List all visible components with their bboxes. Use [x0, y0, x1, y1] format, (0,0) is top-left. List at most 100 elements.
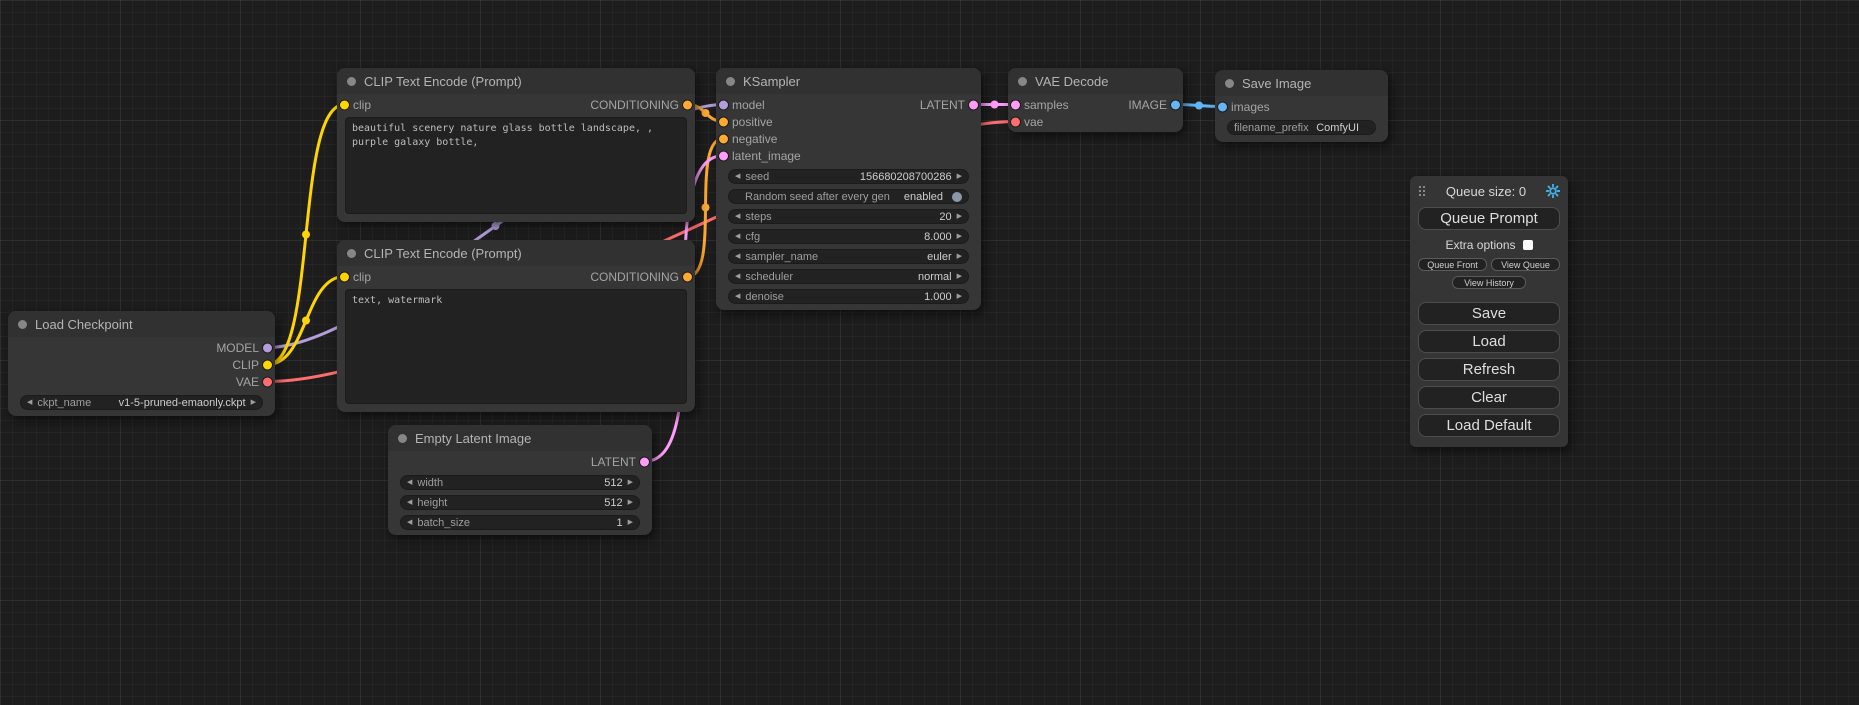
node-ksampler[interactable]: KSampler model LATENT positive negative … — [716, 68, 981, 310]
link-midpoint-dot — [991, 101, 999, 109]
drag-handle-icon[interactable] — [1418, 185, 1426, 197]
collapse-dot-icon[interactable] — [18, 320, 27, 329]
increment-arrow-icon[interactable]: ▶ — [957, 293, 962, 300]
samples-input-port[interactable] — [1011, 100, 1020, 109]
clear-button[interactable]: Clear — [1418, 386, 1560, 409]
node-clip-text-encode-negative[interactable]: CLIP Text Encode (Prompt) clip CONDITION… — [337, 240, 695, 412]
save-button[interactable]: Save — [1418, 302, 1560, 325]
load-button[interactable]: Load — [1418, 330, 1560, 353]
slot-label: vae — [1024, 115, 1043, 129]
ckpt-name-widget[interactable]: ◀ ckpt_name v1-5-pruned-emaonly.ckpt ▶ — [20, 395, 263, 410]
scheduler-widget[interactable]: ◀ scheduler normal ▶ — [728, 269, 969, 284]
settings-gear-icon[interactable] — [1546, 184, 1560, 198]
model-output-port[interactable] — [263, 343, 272, 352]
increment-arrow-icon[interactable]: ▶ — [628, 499, 633, 506]
decrement-arrow-icon[interactable]: ◀ — [735, 213, 740, 220]
vae-input-port[interactable] — [1011, 117, 1020, 126]
decrement-arrow-icon[interactable]: ◀ — [407, 519, 412, 526]
clip-input-port[interactable] — [340, 100, 349, 109]
link-midpoint-dot — [492, 222, 500, 230]
latent-image-input-port[interactable] — [719, 151, 728, 160]
node-title-bar[interactable]: CLIP Text Encode (Prompt) — [337, 240, 695, 266]
node-title-bar[interactable]: Save Image — [1215, 70, 1388, 96]
negative-input-port[interactable] — [719, 134, 728, 143]
widget-value: 1.000 — [924, 291, 952, 303]
collapse-dot-icon[interactable] — [726, 77, 735, 86]
latent-output-port[interactable] — [969, 100, 978, 109]
collapse-dot-icon[interactable] — [398, 434, 407, 443]
clip-output-port[interactable] — [263, 360, 272, 369]
positive-prompt-textarea[interactable]: beautiful scenery nature glass bottle la… — [345, 117, 687, 214]
decrement-arrow-icon[interactable]: ◀ — [735, 233, 740, 240]
collapse-dot-icon[interactable] — [1225, 79, 1234, 88]
slot-label: latent_image — [732, 149, 801, 163]
increment-arrow-icon[interactable]: ▶ — [251, 399, 256, 406]
batch-size-widget[interactable]: ◀ batch_size 1 ▶ — [400, 515, 640, 530]
node-title-bar[interactable]: Load Checkpoint — [8, 311, 275, 337]
widget-label: seed — [745, 171, 769, 183]
node-title-bar[interactable]: VAE Decode — [1008, 68, 1183, 94]
seed-widget[interactable]: ◀ seed 156680208700286 ▶ — [728, 169, 969, 184]
widget-label: sampler_name — [745, 251, 818, 263]
queue-panel-header: Queue size: 0 — [1418, 182, 1560, 200]
filename-prefix-widget[interactable]: filename_prefix ComfyUI — [1227, 120, 1376, 135]
node-save-image[interactable]: Save Image images filename_prefix ComfyU… — [1215, 70, 1388, 142]
increment-arrow-icon[interactable]: ▶ — [957, 273, 962, 280]
decrement-arrow-icon[interactable]: ◀ — [27, 399, 32, 406]
widget-label: ckpt_name — [37, 397, 91, 409]
queue-front-button[interactable]: Queue Front — [1418, 258, 1487, 271]
widget-value: enabled — [904, 191, 943, 203]
positive-input-port[interactable] — [719, 117, 728, 126]
decrement-arrow-icon[interactable]: ◀ — [407, 499, 412, 506]
increment-arrow-icon[interactable]: ▶ — [628, 519, 633, 526]
height-widget[interactable]: ◀ height 512 ▶ — [400, 495, 640, 510]
increment-arrow-icon[interactable]: ▶ — [957, 213, 962, 220]
conditioning-output-port[interactable] — [683, 272, 692, 281]
node-vae-decode[interactable]: VAE Decode samples IMAGE vae — [1008, 68, 1183, 132]
model-input-port[interactable] — [719, 100, 728, 109]
node-clip-text-encode-positive[interactable]: CLIP Text Encode (Prompt) clip CONDITION… — [337, 68, 695, 222]
extra-options-checkbox[interactable] — [1523, 240, 1533, 250]
slot-label: IMAGE — [1128, 98, 1167, 112]
denoise-widget[interactable]: ◀ denoise 1.000 ▶ — [728, 289, 969, 304]
random-seed-toggle-widget[interactable]: Random seed after every gen enabled — [728, 189, 969, 204]
node-title-bar[interactable]: KSampler — [716, 68, 981, 94]
increment-arrow-icon[interactable]: ▶ — [957, 253, 962, 260]
negative-prompt-textarea[interactable]: text, watermark — [345, 289, 687, 404]
collapse-dot-icon[interactable] — [347, 249, 356, 258]
view-history-button[interactable]: View History — [1452, 276, 1526, 289]
increment-arrow-icon[interactable]: ▶ — [628, 479, 633, 486]
sampler-name-widget[interactable]: ◀ sampler_name euler ▶ — [728, 249, 969, 264]
increment-arrow-icon[interactable]: ▶ — [957, 173, 962, 180]
widget-label: denoise — [745, 291, 784, 303]
refresh-button[interactable]: Refresh — [1418, 358, 1560, 381]
node-title-bar[interactable]: Empty Latent Image — [388, 425, 652, 451]
toggle-knob-icon[interactable] — [952, 192, 962, 202]
node-empty-latent-image[interactable]: Empty Latent Image LATENT ◀ width 512 ▶ … — [388, 425, 652, 535]
decrement-arrow-icon[interactable]: ◀ — [735, 273, 740, 280]
node-load-checkpoint[interactable]: Load Checkpoint MODEL CLIP VAE ◀ ckpt_na… — [8, 311, 275, 416]
collapse-dot-icon[interactable] — [1018, 77, 1027, 86]
decrement-arrow-icon[interactable]: ◀ — [735, 173, 740, 180]
image-output-port[interactable] — [1171, 100, 1180, 109]
view-queue-button[interactable]: View Queue — [1491, 258, 1560, 271]
decrement-arrow-icon[interactable]: ◀ — [735, 293, 740, 300]
queue-prompt-button[interactable]: Queue Prompt — [1418, 207, 1560, 230]
vae-output-port[interactable] — [263, 377, 272, 386]
conditioning-output-port[interactable] — [683, 100, 692, 109]
steps-widget[interactable]: ◀ steps 20 ▶ — [728, 209, 969, 224]
load-default-button[interactable]: Load Default — [1418, 414, 1560, 437]
collapse-dot-icon[interactable] — [347, 77, 356, 86]
decrement-arrow-icon[interactable]: ◀ — [407, 479, 412, 486]
slot-label: CONDITIONING — [590, 270, 679, 284]
images-input-port[interactable] — [1218, 102, 1227, 111]
increment-arrow-icon[interactable]: ▶ — [957, 233, 962, 240]
node-title-bar[interactable]: CLIP Text Encode (Prompt) — [337, 68, 695, 94]
latent-output-port[interactable] — [640, 457, 649, 466]
widget-label: batch_size — [417, 517, 470, 529]
clip-input-port[interactable] — [340, 272, 349, 281]
cfg-widget[interactable]: ◀ cfg 8.000 ▶ — [728, 229, 969, 244]
width-widget[interactable]: ◀ width 512 ▶ — [400, 475, 640, 490]
node-graph-canvas[interactable]: Load Checkpoint MODEL CLIP VAE ◀ ckpt_na… — [0, 0, 1859, 705]
decrement-arrow-icon[interactable]: ◀ — [735, 253, 740, 260]
